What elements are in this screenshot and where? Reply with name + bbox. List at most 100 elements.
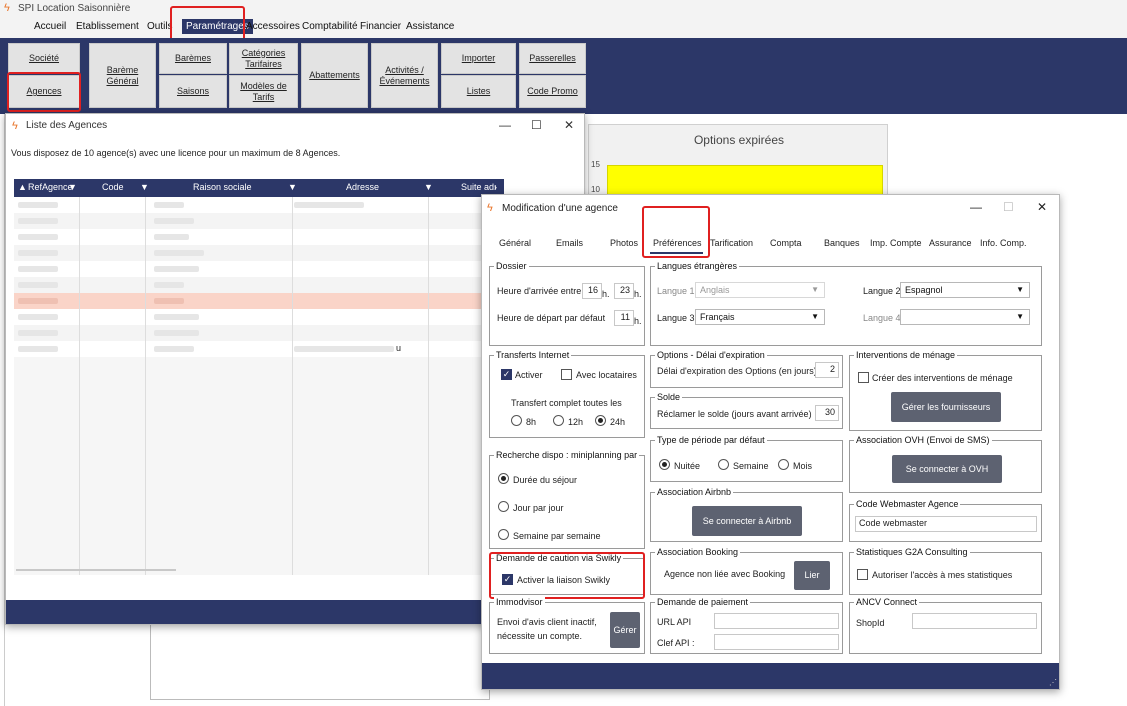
langue3-select[interactable]: Français ▼ <box>695 309 825 325</box>
col-adresse[interactable]: Adresse <box>346 182 379 192</box>
radio-jour-par-jour[interactable] <box>498 501 509 512</box>
tab-imp-compte[interactable]: Imp. Compte <box>870 238 922 248</box>
address-fragment: u <box>396 343 402 353</box>
resize-grip-icon[interactable]: ⋰ <box>1049 678 1057 687</box>
table-row[interactable] <box>14 261 504 277</box>
close-icon[interactable]: ✕ <box>564 118 574 132</box>
options-delai-input[interactable]: 2 <box>815 362 839 378</box>
radio-semaine[interactable] <box>718 459 729 470</box>
menu-comptabilite[interactable]: Comptabilité <box>302 21 358 32</box>
ribbon-passerelles-button[interactable]: Passerelles <box>519 43 586 74</box>
filter-icon[interactable]: ▼ <box>288 182 297 192</box>
minimize-icon[interactable]: — <box>499 118 511 132</box>
gerer-immodvisor-button[interactable]: Gérer <box>610 612 640 648</box>
url-api-input[interactable] <box>714 613 839 629</box>
g2a-checkbox[interactable] <box>857 569 868 580</box>
ribbon-bareme-general-button[interactable]: Barème Général <box>89 43 156 108</box>
radio-24h[interactable] <box>595 415 606 426</box>
booking-title: Association Booking <box>655 547 741 557</box>
maximize-icon[interactable]: ☐ <box>531 118 542 132</box>
table-row[interactable] <box>14 309 504 325</box>
arrivee-heure-fin-input[interactable]: 23 <box>614 283 634 299</box>
table-row[interactable] <box>14 213 504 229</box>
horizontal-scrollbar[interactable] <box>16 569 176 571</box>
lier-booking-button[interactable]: Lier <box>794 561 830 590</box>
clef-api-label: Clef API : <box>657 638 695 648</box>
table-row-selected[interactable] <box>14 293 504 309</box>
options-expirees-chart: Options expirées 15 10 <box>588 124 888 205</box>
menu-etablissement[interactable]: Etablissement <box>76 21 139 32</box>
filter-icon[interactable]: ▼ <box>140 182 149 192</box>
ribbon-activites-button[interactable]: Activités / Événements <box>371 43 438 108</box>
ribbon-abattements-button[interactable]: Abattements <box>301 43 368 108</box>
close-icon[interactable]: ✕ <box>1037 200 1047 214</box>
maximize-icon[interactable]: ☐ <box>1003 200 1014 214</box>
shopid-label: ShopId <box>856 618 885 628</box>
tab-assurance[interactable]: Assurance <box>929 238 972 248</box>
table-row[interactable] <box>14 325 504 341</box>
tab-tarification[interactable]: Tarification <box>710 238 753 248</box>
booking-status: Agence non liée avec Booking <box>664 569 786 579</box>
activer-transfert-checkbox[interactable]: ✓ <box>501 369 512 380</box>
menu-financier[interactable]: Financier <box>360 21 401 32</box>
hour-suffix: h. <box>634 289 642 299</box>
highlight-agences <box>7 72 81 112</box>
depart-heure-input[interactable]: 11 <box>614 310 634 326</box>
tab-info-comp[interactable]: Info. Comp. <box>980 238 1027 248</box>
solde-label: Réclamer le solde (jours avant arrivée) <box>657 409 812 419</box>
tab-photos[interactable]: Photos <box>610 238 638 248</box>
gerer-fournisseurs-button[interactable]: Gérer les fournisseurs <box>891 392 1001 422</box>
ribbon-importer-button[interactable]: Importer <box>441 43 516 74</box>
code-webmaster-input[interactable]: Code webmaster <box>855 516 1037 532</box>
menu-assistance[interactable]: Assistance <box>406 21 454 32</box>
ribbon-categories-button[interactable]: Catégories Tarifaires <box>229 43 298 74</box>
avec-locataires-checkbox[interactable] <box>561 369 572 380</box>
agences-window-title: Liste des Agences <box>26 120 108 131</box>
license-notice: Vous disposez de 10 agence(s) avec une l… <box>11 148 341 158</box>
menu-outils[interactable]: Outils <box>147 21 173 32</box>
arrivee-heure-debut-input[interactable]: 16 <box>582 283 602 299</box>
filter-icon[interactable]: ▼ <box>424 182 433 192</box>
radio-duree-sejour[interactable] <box>498 473 509 484</box>
langue2-select[interactable]: Espagnol ▼ <box>900 282 1030 298</box>
menu-accueil[interactable]: Accueil <box>34 21 66 32</box>
solde-jours-input[interactable]: 30 <box>815 405 839 421</box>
table-row[interactable] <box>14 341 504 357</box>
col-raison-sociale[interactable]: Raison sociale <box>193 182 252 192</box>
col-refagence[interactable]: RefAgence <box>28 182 73 192</box>
radio-semaine-par-semaine[interactable] <box>498 529 509 540</box>
col-code[interactable]: Code <box>102 182 124 192</box>
col-suite-adresse[interactable]: Suite adı <box>461 182 497 192</box>
ovh-panel: Association OVH (Envoi de SMS) Se connec… <box>849 435 1042 493</box>
table-row[interactable] <box>14 229 504 245</box>
radio-8h[interactable] <box>511 415 522 426</box>
tab-compta[interactable]: Compta <box>770 238 802 248</box>
radio-12h[interactable] <box>553 415 564 426</box>
y-tick-10: 10 <box>591 185 600 194</box>
tab-general[interactable]: Général <box>499 238 531 248</box>
table-row[interactable] <box>14 277 504 293</box>
minimize-icon[interactable]: — <box>970 200 982 214</box>
tab-banques[interactable]: Banques <box>824 238 860 248</box>
connect-airbnb-button[interactable]: Se connecter à Airbnb <box>692 506 802 536</box>
table-row[interactable] <box>14 197 504 213</box>
menu-accessoires[interactable]: Accessoires <box>246 21 300 32</box>
tab-emails[interactable]: Emails <box>556 238 583 248</box>
chevron-right-icon[interactable]: › <box>494 182 497 192</box>
ribbon-code-promo-button[interactable]: Code Promo <box>519 75 586 108</box>
radio-mois[interactable] <box>778 459 789 470</box>
filter-icon[interactable]: ▼ <box>68 182 77 192</box>
connect-ovh-button[interactable]: Se connecter à OVH <box>892 455 1002 483</box>
langue4-select[interactable]: ▼ <box>900 309 1030 325</box>
ribbon-modeles-button[interactable]: Modèles de Tarifs <box>229 75 298 108</box>
ribbon-saisons-button[interactable]: Saisons <box>159 75 227 108</box>
shopid-input[interactable] <box>912 613 1037 629</box>
filter-icon[interactable]: ▲ <box>18 182 27 192</box>
ribbon-baremes-button[interactable]: Barèmes <box>159 43 227 74</box>
ribbon-listes-button[interactable]: Listes <box>441 75 516 108</box>
creer-menage-checkbox[interactable] <box>858 372 869 383</box>
ribbon-societe-button[interactable]: Société <box>8 43 80 73</box>
clef-api-input[interactable] <box>714 634 839 650</box>
table-row[interactable] <box>14 245 504 261</box>
radio-nuitee[interactable] <box>659 459 670 470</box>
